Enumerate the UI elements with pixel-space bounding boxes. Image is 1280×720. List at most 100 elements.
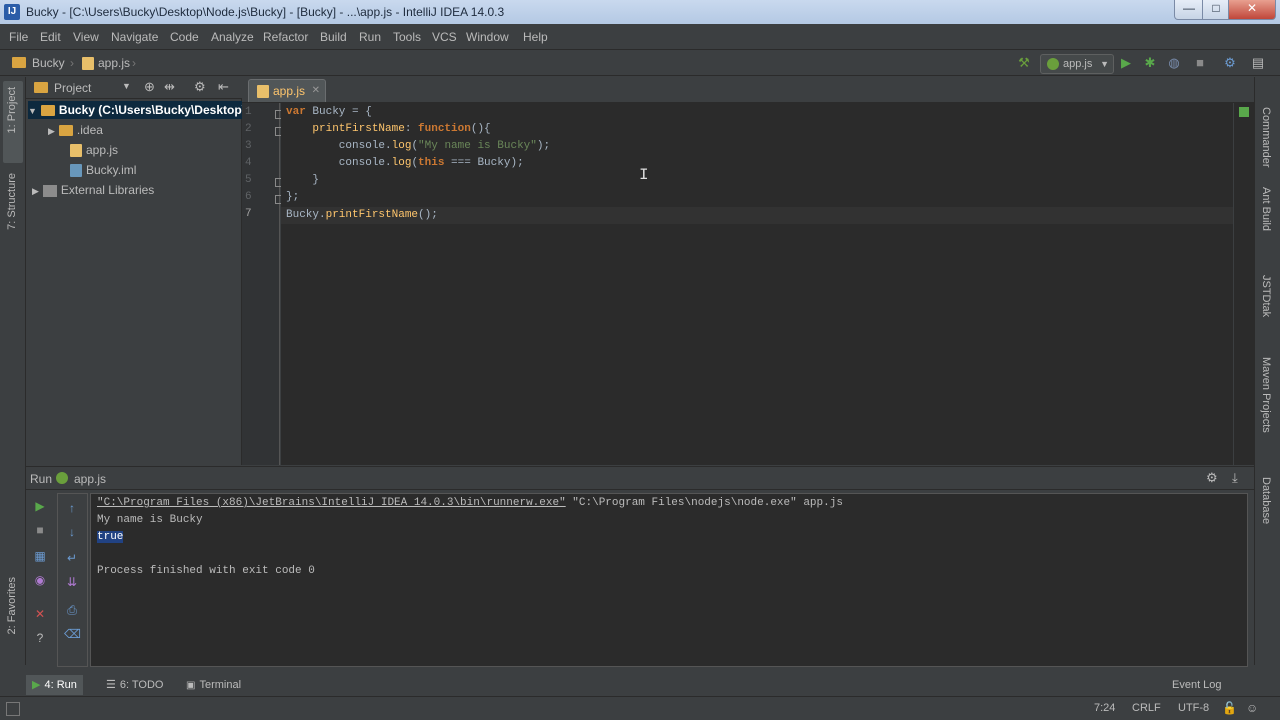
arrow-down-icon[interactable]: ↓ (64, 524, 80, 540)
favorites-tool-label[interactable]: 2: Favorites (6, 577, 18, 634)
menu-code[interactable]: Code (170, 30, 199, 44)
code-line: console.log(this === Bucky); (286, 155, 524, 172)
menu-tools[interactable]: Tools (393, 30, 421, 44)
js-file-icon (70, 144, 82, 158)
stop-icon[interactable]: ■ (32, 522, 48, 538)
run-panel-config[interactable]: app.js (74, 472, 106, 486)
file-encoding[interactable]: UTF-8 (1178, 702, 1209, 714)
editor-scrollbar[interactable] (1233, 103, 1254, 465)
event-log-button[interactable]: Event Log (1166, 675, 1228, 695)
code-token: } (286, 174, 320, 186)
project-folder-icon (12, 57, 26, 68)
editor-tabs: app.js ✕ (242, 77, 1254, 103)
structure-tool-label[interactable]: 7: Structure (6, 173, 18, 230)
console-exit-line: Process finished with exit code 0 (97, 565, 315, 577)
tab-todo[interactable]: ☰ 6: TODO (100, 675, 169, 695)
tab-run-label: 4: Run (44, 679, 77, 691)
menu-run[interactable]: Run (359, 30, 381, 44)
project-view-icon (34, 82, 48, 93)
line-separator[interactable]: CRLF (1132, 702, 1161, 714)
build-icon[interactable]: ⚒ (1016, 55, 1032, 71)
console-runner-link[interactable]: "C:\Program Files (x86)\JetBrains\Intell… (97, 497, 566, 509)
gear-icon[interactable]: ⚙ (194, 79, 206, 95)
rerun-icon[interactable]: ▶ (32, 498, 48, 514)
lock-icon[interactable]: 🔓 (1222, 701, 1237, 715)
close-button[interactable]: ✕ (1228, 0, 1276, 20)
gear-icon[interactable]: ⚙ (1206, 470, 1218, 486)
tab-run[interactable]: ▶ 4: Run (26, 675, 83, 695)
print-icon[interactable]: ⎙ (64, 602, 80, 618)
caret-position[interactable]: 7:24 (1094, 702, 1115, 714)
tab-todo-label: 6: TODO (119, 679, 164, 691)
project-panel-title[interactable]: Project (54, 81, 91, 95)
scroll-to-end-icon[interactable]: ⇊ (64, 574, 80, 590)
code-line: Bucky.printFirstName(); (286, 207, 438, 224)
js-file-icon (82, 57, 94, 70)
line-number: 4 (245, 157, 252, 169)
clear-all-icon[interactable]: ⌫ (64, 626, 81, 642)
breadcrumb-project[interactable]: Bucky (32, 56, 65, 70)
tab-terminal[interactable]: ▣ Terminal (180, 675, 247, 695)
menu-help[interactable]: Help (523, 30, 548, 44)
code-line: var Bucky = { (286, 104, 372, 121)
settings-icon[interactable]: ⚙ (1222, 55, 1238, 71)
minimize-button[interactable]: — (1174, 0, 1204, 20)
tool-windows-toggle-icon[interactable] (6, 702, 20, 716)
code-editor[interactable]: var Bucky = { printFirstName: function()… (281, 103, 1233, 465)
line-number: 2 (245, 123, 252, 135)
project-tool-button[interactable]: 1: Project (3, 81, 23, 163)
inspector-icon[interactable]: ☺ (1246, 701, 1258, 715)
hide-panel-icon[interactable]: ⤓ (1232, 470, 1238, 486)
menu-file[interactable]: File (9, 30, 28, 44)
pin-tab-icon[interactable]: ◉ (32, 572, 48, 588)
run-console[interactable]: "C:\Program Files (x86)\JetBrains\Intell… (90, 493, 1248, 667)
structure-icon[interactable]: ▤ (1250, 55, 1266, 71)
code-token: "My name is Bucky" (418, 140, 537, 152)
hide-panel-icon[interactable]: ⇤ (218, 79, 229, 95)
debug-icon[interactable]: ✱ (1142, 55, 1158, 71)
tab-app-js[interactable]: app.js ✕ (248, 79, 326, 102)
arrow-up-icon[interactable]: ↑ (64, 500, 80, 516)
code-token: printFirstName (286, 123, 405, 135)
close-tab-icon[interactable]: ✕ (312, 80, 320, 102)
run-config-dropdown[interactable]: app.js ▼ (1040, 54, 1114, 74)
console-output-line: My name is Bucky (97, 514, 203, 526)
collapse-icon[interactable]: ⇹ (164, 79, 175, 95)
jstd-tool-label[interactable]: JSTDtak (1260, 275, 1272, 317)
menu-navigate[interactable]: Navigate (111, 30, 158, 44)
menu-edit[interactable]: Edit (40, 30, 61, 44)
chevron-down-icon[interactable]: ▼ (122, 81, 131, 91)
help-icon[interactable]: ? (32, 630, 48, 646)
close-icon[interactable]: ✕ (32, 606, 48, 622)
tree-row-appjs[interactable]: app.js (70, 141, 118, 159)
intellij-logo-icon: IJ (4, 4, 20, 20)
ant-build-tool-label[interactable]: Ant Build (1260, 187, 1272, 231)
tree-row-iml[interactable]: Bucky.iml (70, 161, 136, 179)
text-cursor-icon: I (639, 166, 649, 184)
tree-row-root[interactable]: ▼ Bucky (C:\Users\Bucky\Desktop\ (28, 101, 245, 119)
tree-label: External Libraries (60, 183, 155, 197)
menu-vcs[interactable]: VCS (432, 30, 457, 44)
stop-icon[interactable]: ■ (1192, 55, 1208, 71)
menu-view[interactable]: View (73, 30, 99, 44)
commander-tool-label[interactable]: Commander (1260, 107, 1272, 168)
maximize-button[interactable]: □ (1202, 0, 1230, 20)
database-tool-label[interactable]: Database (1260, 477, 1272, 524)
menu-window[interactable]: Window (466, 30, 509, 44)
tree-row-idea[interactable]: ▶ .idea (48, 121, 103, 139)
run-icon[interactable]: ▶ (1118, 55, 1134, 71)
menu-refactor[interactable]: Refactor (263, 30, 308, 44)
tab-label: app.js (273, 84, 306, 98)
tree-row-external-libraries[interactable]: ▶ External Libraries (32, 181, 154, 199)
maven-projects-tool-label[interactable]: Maven Projects (1260, 357, 1272, 433)
soft-wrap-icon[interactable]: ↵ (64, 550, 80, 566)
breadcrumb-file[interactable]: app.js (98, 56, 130, 70)
menu-analyze[interactable]: Analyze (211, 30, 254, 44)
node-config-icon (56, 472, 68, 484)
coverage-icon[interactable]: ◍ (1166, 55, 1182, 71)
restore-layout-icon[interactable]: ▦ (32, 548, 48, 564)
run-icon: ▶ (32, 679, 41, 691)
sync-icon[interactable]: ⊕ (144, 79, 155, 95)
menu-build[interactable]: Build (320, 30, 347, 44)
line-number: 3 (245, 140, 252, 152)
